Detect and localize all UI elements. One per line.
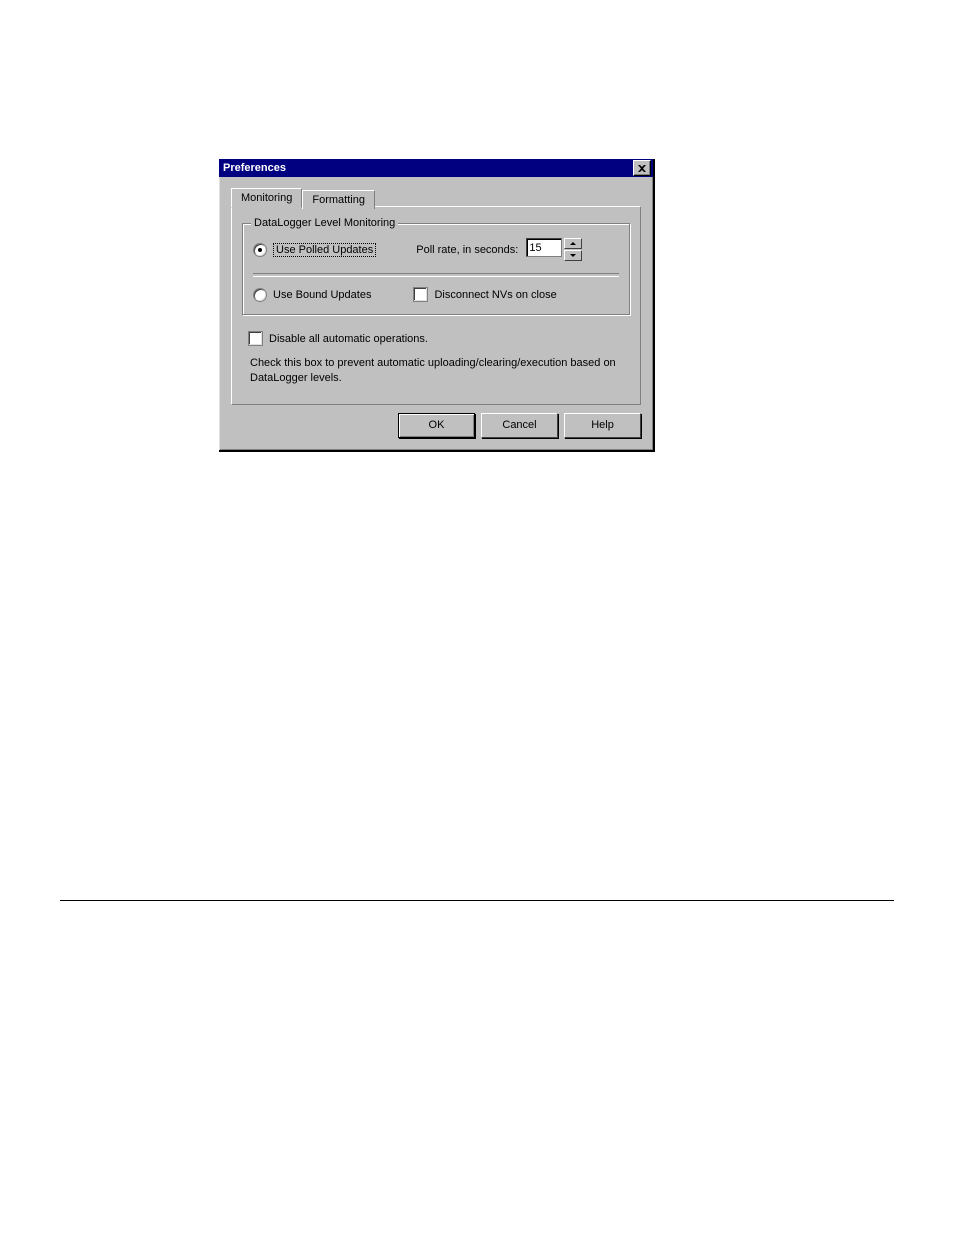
row-polled-updates: Use Polled Updates Poll rate, in seconds… xyxy=(253,238,619,261)
tab-label: Formatting xyxy=(312,194,365,206)
pollrate-label: Poll rate, in seconds: xyxy=(416,244,518,256)
tab-monitoring[interactable]: Monitoring xyxy=(231,188,302,208)
tab-formatting[interactable]: Formatting xyxy=(302,190,375,209)
section-disable: Disable all automatic operations. Check … xyxy=(242,325,630,386)
radio-dot-icon xyxy=(258,248,262,252)
row-bound-updates: Use Bound Updates Disconnect NVs on clos… xyxy=(253,287,619,302)
help-text: Check this box to prevent automatic uplo… xyxy=(250,356,624,386)
radio-label-bound[interactable]: Use Bound Updates xyxy=(273,289,371,301)
help-button[interactable]: Help xyxy=(564,413,641,438)
tab-strip: Monitoring Formatting xyxy=(231,187,641,207)
checkbox-label-disconnect[interactable]: Disconnect NVs on close xyxy=(434,289,556,301)
pollrate-spinner xyxy=(526,238,582,261)
radio-label-polled[interactable]: Use Polled Updates xyxy=(273,243,376,257)
row-disable-auto: Disable all automatic operations. xyxy=(248,331,624,346)
spin-up-button[interactable] xyxy=(564,238,582,249)
button-label: OK xyxy=(429,419,445,431)
preferences-dialog: Preferences Monitoring Formatting DataLo… xyxy=(219,159,655,452)
button-label: Cancel xyxy=(502,419,536,431)
tab-label: Monitoring xyxy=(241,192,292,204)
checkbox-label-disable[interactable]: Disable all automatic operations. xyxy=(269,333,428,345)
button-row: OK Cancel Help xyxy=(231,413,641,438)
chevron-up-icon xyxy=(570,242,576,245)
dialog-title: Preferences xyxy=(223,162,286,174)
chevron-down-icon xyxy=(570,254,576,257)
close-icon xyxy=(638,165,646,172)
radio-use-polled-updates[interactable] xyxy=(253,243,267,257)
spin-buttons xyxy=(564,238,582,261)
group-datalogger-level-monitoring: DataLogger Level Monitoring Use Polled U… xyxy=(242,223,630,315)
page-divider xyxy=(60,900,894,901)
ok-button[interactable]: OK xyxy=(398,413,475,438)
close-button[interactable] xyxy=(633,160,651,176)
tab-panel-monitoring: DataLogger Level Monitoring Use Polled U… xyxy=(231,206,641,405)
group-title: DataLogger Level Monitoring xyxy=(251,217,398,229)
cancel-button[interactable]: Cancel xyxy=(481,413,558,438)
radio-use-bound-updates[interactable] xyxy=(253,288,267,302)
checkbox-disable-automatic[interactable] xyxy=(248,331,263,346)
button-label: Help xyxy=(591,419,614,431)
spin-down-button[interactable] xyxy=(564,250,582,261)
pollrate-input[interactable] xyxy=(526,238,562,257)
divider xyxy=(253,273,619,277)
checkbox-disconnect-nvs[interactable] xyxy=(413,287,428,302)
dialog-body: Monitoring Formatting DataLogger Level M… xyxy=(219,177,653,450)
titlebar: Preferences xyxy=(219,159,653,177)
